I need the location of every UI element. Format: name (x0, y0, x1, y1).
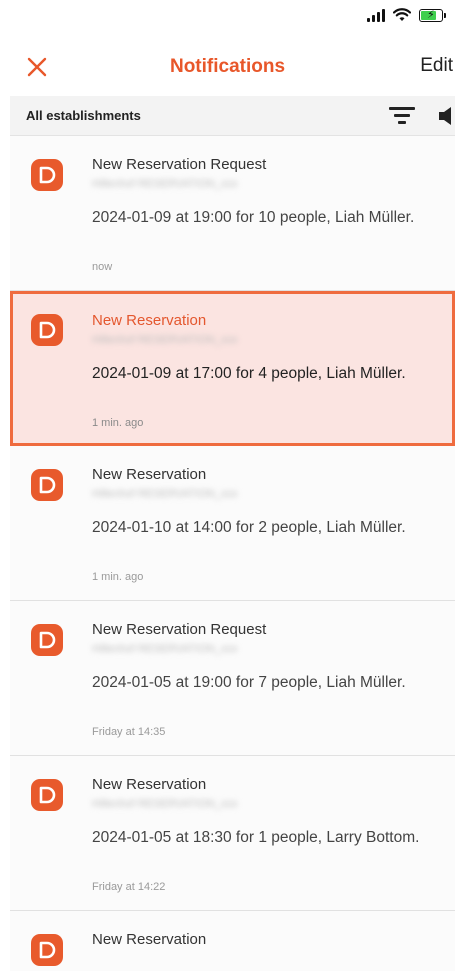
notification-title: New Reservation (92, 466, 207, 483)
notification-title: New Reservation Request (92, 621, 267, 638)
notification-subtitle: Hillenhof RESERVATION_xxx (92, 178, 238, 190)
signal-icon (367, 8, 385, 22)
notification-item[interactable]: New Reservation Hillenhof RESERVATION_xx… (10, 756, 455, 911)
notification-item[interactable]: New Reservation Request Hillenhof RESERV… (10, 136, 455, 291)
notification-body: 2024-01-09 at 19:00 for 10 people, Liah … (92, 209, 415, 226)
notification-item-selected[interactable]: New Reservation Hillenhof RESERVATION_xx… (10, 291, 455, 446)
status-icons: ⚡ (367, 8, 446, 22)
notification-body: 2024-01-10 at 14:00 for 2 people, Liah M… (92, 519, 406, 536)
app-logo-icon (31, 469, 63, 501)
notification-title: New Reservation (92, 776, 207, 793)
notification-body: 2024-01-05 at 19:00 for 7 people, Liah M… (92, 674, 406, 691)
status-bar: ⚡ (0, 0, 455, 40)
filter-icon[interactable] (389, 107, 415, 125)
establishment-filter-label: All establishments (26, 108, 141, 123)
notification-subtitle: Hillenhof RESERVATION_xxx (92, 334, 238, 346)
wifi-icon (393, 8, 411, 21)
page-title: Notifications (169, 56, 286, 77)
notification-body: 2024-01-05 at 18:30 for 1 people, Larry … (92, 829, 420, 846)
notification-item[interactable]: New Reservation Request Hillenhof RESERV… (10, 601, 455, 756)
notification-subtitle: Hillenhof RESERVATION_xxx (92, 798, 238, 810)
establishment-filter-bar[interactable]: All establishments (10, 96, 455, 136)
app-logo-icon (31, 934, 63, 966)
nav-bar: Notifications Edit (0, 46, 455, 90)
app-logo-icon (31, 779, 63, 811)
notification-time: 1 min. ago (92, 571, 144, 583)
notification-body: 2024-01-09 at 17:00 for 4 people, Liah M… (92, 365, 406, 382)
notification-time: now (92, 261, 113, 273)
battery-icon: ⚡ (419, 8, 446, 22)
notification-subtitle: Hillenhof RESERVATION_xxx (92, 643, 238, 655)
notification-item[interactable]: New Reservation (10, 911, 455, 971)
app-logo-icon (31, 624, 63, 656)
notification-time: Friday at 14:35 (92, 726, 166, 738)
app-logo-icon (31, 314, 63, 346)
notification-subtitle: Hillenhof RESERVATION_xxx (92, 488, 238, 500)
notification-time: Friday at 14:22 (92, 881, 166, 893)
notification-title: New Reservation (92, 312, 207, 329)
app-logo-icon (31, 159, 63, 191)
edit-button[interactable]: Edit (420, 55, 453, 77)
notification-time: 1 min. ago (92, 417, 144, 429)
notification-title: New Reservation (92, 931, 207, 948)
speaker-icon[interactable] (437, 105, 455, 127)
notification-title: New Reservation Request (92, 156, 267, 173)
notification-item[interactable]: New Reservation Hillenhof RESERVATION_xx… (10, 446, 455, 601)
notification-list: New Reservation Request Hillenhof RESERV… (10, 136, 455, 971)
